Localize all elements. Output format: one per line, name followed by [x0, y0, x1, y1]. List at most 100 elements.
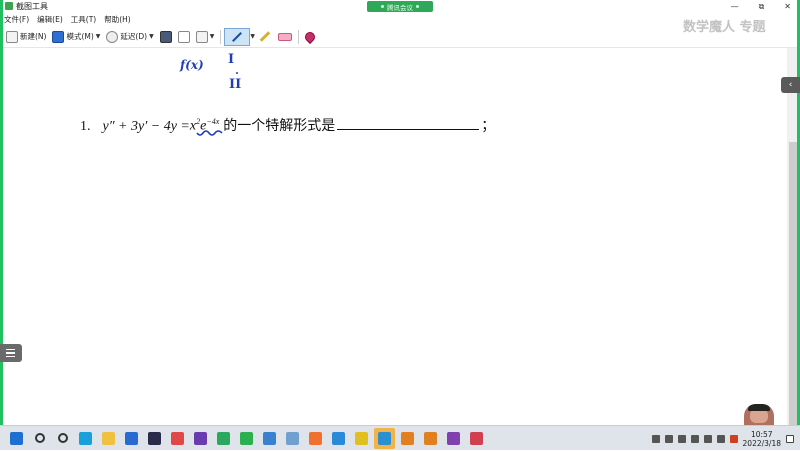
orange-app-taskbar-icon[interactable]: [305, 428, 326, 449]
meeting-tray-icon[interactable]: [677, 434, 686, 443]
pc-app-taskbar-icon[interactable]: [259, 428, 280, 449]
battery-icon[interactable]: [664, 434, 673, 443]
menu-file[interactable]: 文件(F): [4, 14, 29, 25]
terminal-taskbar-icon[interactable]: [144, 428, 165, 449]
mode-button[interactable]: 模式(M) ▼: [49, 28, 103, 46]
copy-button[interactable]: [175, 28, 193, 46]
equation-lhs: y″ + 3y′ − 4y =: [102, 119, 190, 134]
divider: [297, 29, 299, 44]
store-icon: [125, 431, 138, 445]
snipping-icon: [470, 431, 483, 445]
scissors-icon: [6, 30, 18, 43]
save-icon: [159, 30, 172, 43]
yellow-app-taskbar-icon[interactable]: [351, 428, 372, 449]
paint-app-taskbar-icon[interactable]: [282, 428, 303, 449]
cloud-app-icon: [332, 431, 345, 445]
save-button[interactable]: [157, 28, 175, 46]
webcam-overlay: [744, 404, 774, 426]
close-button[interactable]: ✕: [784, 2, 791, 11]
chevron-down-icon: ▼: [209, 33, 215, 40]
onenote-taskbar-icon[interactable]: [443, 428, 464, 449]
chevron-icon: [416, 5, 419, 8]
pen-app-taskbar-icon[interactable]: [374, 427, 395, 449]
handwritten-wavy-underline: [196, 130, 223, 136]
wechat-icon: [240, 431, 253, 445]
paint-app-icon: [286, 431, 299, 445]
window-title: 截图工具: [16, 2, 48, 11]
visual-studio-icon: [194, 431, 207, 445]
help-app-taskbar-icon[interactable]: [397, 428, 418, 449]
green-edge-app-taskbar-icon[interactable]: [213, 428, 234, 449]
meeting-indicator[interactable]: 腾讯会议: [367, 1, 433, 12]
windows-start-taskbar-icon[interactable]: [6, 428, 27, 449]
send-button[interactable]: ▼: [193, 28, 218, 46]
ime-icon[interactable]: [729, 434, 738, 443]
minimize-button[interactable]: —: [731, 2, 739, 11]
menu-tools[interactable]: 工具(T): [71, 14, 96, 25]
capture-canvas[interactable]: [3, 48, 787, 425]
onenote-icon: [447, 431, 460, 445]
clock[interactable]: 10:57 2022/3/18: [743, 430, 781, 448]
presenter-face: [750, 409, 768, 423]
file-explorer-icon: [102, 431, 115, 445]
eraser-icon: [277, 32, 292, 41]
scrollbar-thumb[interactable]: [789, 142, 797, 425]
red-app-taskbar-icon[interactable]: [167, 428, 188, 449]
handwritten-roman-one: I: [228, 52, 235, 67]
snipping-tool-icon: [5, 2, 13, 10]
eraser-button[interactable]: [275, 28, 295, 46]
cloud-app-taskbar-icon[interactable]: [328, 428, 349, 449]
menu-line: [6, 355, 15, 358]
task-view-icon: [57, 433, 68, 443]
copy-icon: [177, 30, 190, 43]
paint3d-icon: [302, 29, 318, 44]
pen-app-icon: [378, 431, 391, 445]
menu-bar: 文件(F) 编辑(E) 工具(T) 帮助(H): [3, 13, 797, 25]
red-app-icon: [171, 431, 184, 445]
new-button[interactable]: 新建(N): [3, 28, 49, 46]
paint3d-button[interactable]: [302, 28, 318, 46]
wechat-taskbar-icon[interactable]: [236, 428, 257, 449]
wifi-icon[interactable]: [703, 434, 712, 443]
side-panel-toggle-left[interactable]: [0, 344, 22, 362]
problem-end: ；: [481, 119, 496, 134]
meeting-label: 腾讯会议: [387, 3, 413, 12]
help-app-2-taskbar-icon[interactable]: [420, 428, 441, 449]
yellow-app-icon: [355, 431, 368, 445]
green-edge-app-icon: [217, 431, 230, 445]
maximize-button[interactable]: ⧉: [759, 2, 765, 12]
close-circle-icon[interactable]: [690, 434, 699, 443]
snipping-taskbar-icon[interactable]: [466, 428, 487, 449]
search-taskbar-icon[interactable]: [29, 428, 50, 449]
problem-statement: 1. y″ + 3y′ − 4y = x2 e−4x 的一个特解形式是 ；: [80, 115, 495, 135]
side-panel-toggle-right[interactable]: ‹: [781, 77, 800, 93]
handwritten-roman-two: II: [229, 77, 242, 92]
help-app-2-icon: [424, 431, 437, 445]
clock-icon: [106, 30, 119, 43]
edge-taskbar-icon[interactable]: [75, 428, 96, 449]
pen-dropdown-icon[interactable]: ▼: [250, 33, 255, 40]
problem-number: 1.: [80, 119, 91, 134]
highlighter-icon[interactable]: [259, 31, 271, 42]
send-icon: [195, 30, 208, 43]
menu-help[interactable]: 帮助(H): [104, 14, 131, 25]
delay-button[interactable]: 延迟(D) ▼: [103, 28, 156, 46]
file-explorer-taskbar-icon[interactable]: [98, 428, 119, 449]
visual-studio-taskbar-icon[interactable]: [190, 428, 211, 449]
mode-icon: [52, 30, 65, 43]
task-view-taskbar-icon[interactable]: [52, 428, 73, 449]
pen-button[interactable]: [224, 27, 251, 46]
menu-edit[interactable]: 编辑(E): [37, 14, 63, 25]
pen-icon: [232, 31, 243, 42]
handwritten-fx: f(x): [180, 58, 204, 72]
menu-line: [6, 348, 15, 351]
taskbar: 10:57 2022/3/18: [0, 425, 800, 450]
notification-icon[interactable]: [786, 434, 794, 443]
orange-app-icon: [309, 431, 322, 445]
tray-up-icon[interactable]: [651, 434, 660, 443]
taskbar-apps: [0, 427, 487, 449]
screen: 截图工具 — ⧉ ✕ 腾讯会议 数学魔人 专题 文件(F) 编辑(E) 工具(T…: [0, 0, 800, 450]
store-taskbar-icon[interactable]: [121, 428, 142, 449]
volume-icon[interactable]: [716, 434, 725, 443]
answer-blank: [337, 118, 480, 130]
